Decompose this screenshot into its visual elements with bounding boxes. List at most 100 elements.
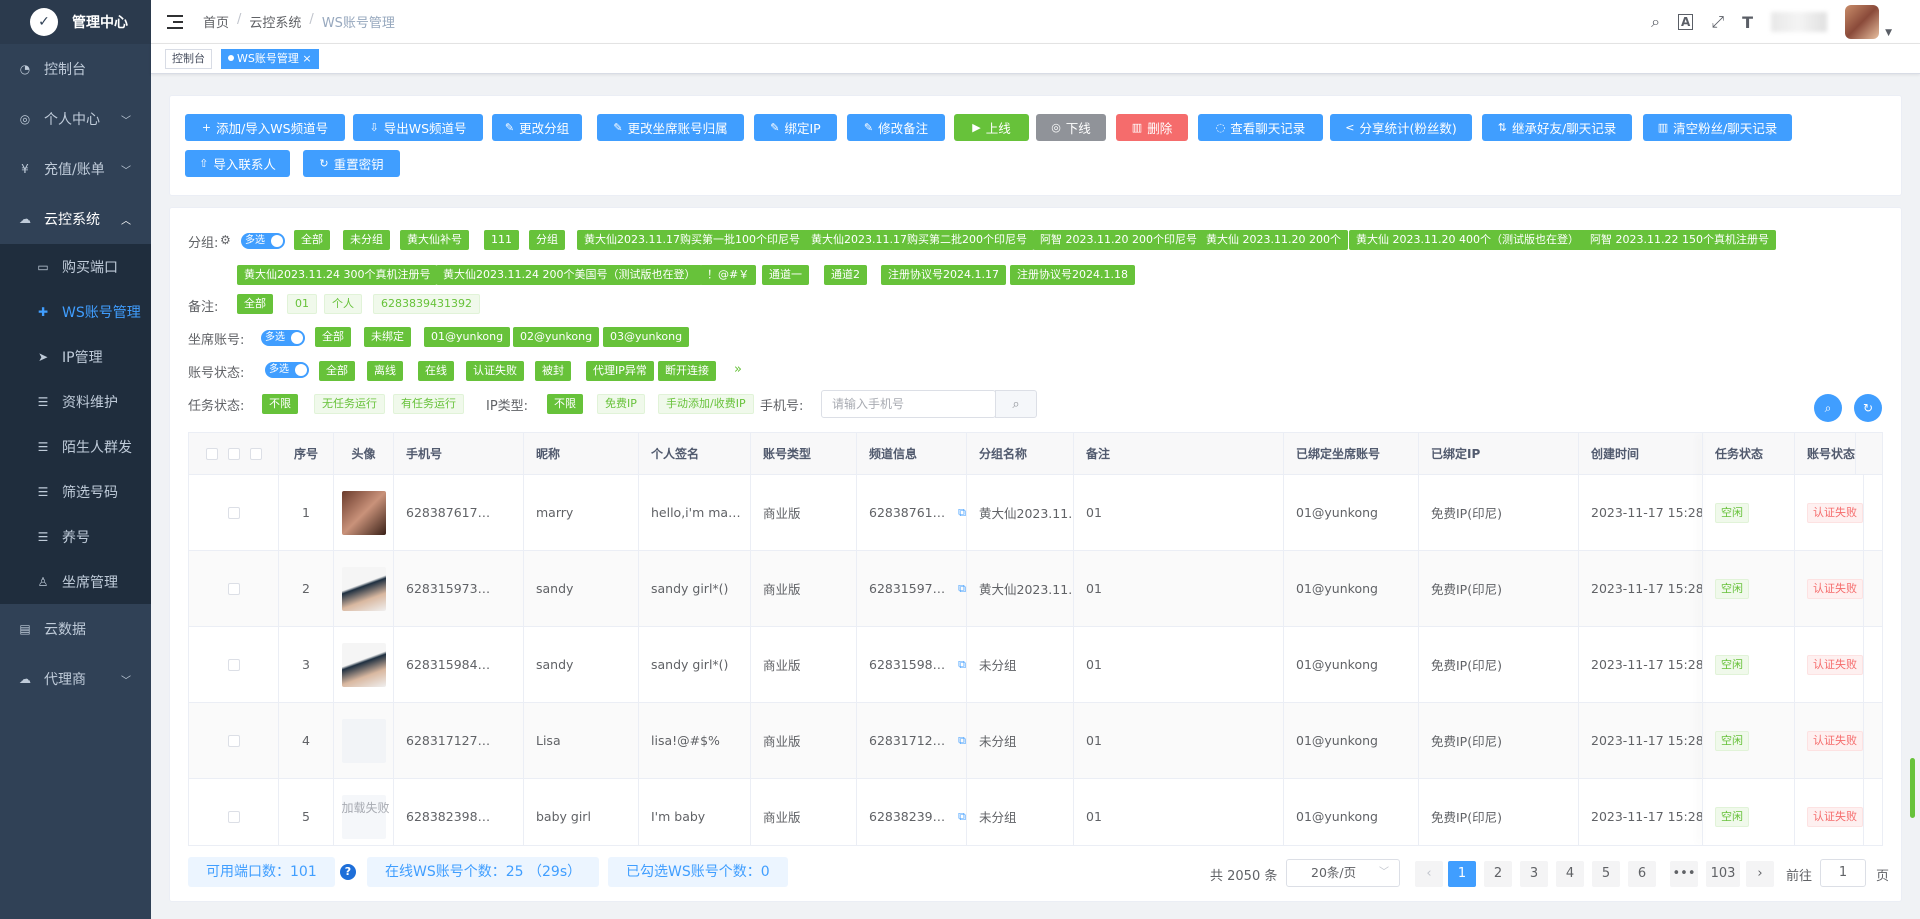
sidebar-subitem-profile[interactable]: ☰ 资料维护 <box>0 379 151 424</box>
page-button[interactable]: 3 <box>1520 861 1548 887</box>
filter-chip[interactable]: 无任务运行 <box>314 394 385 414</box>
filter-chip[interactable]: 黄大仙2023.11.17购买第二批200个印尼号 <box>804 230 1034 250</box>
filter-chip[interactable]: 111 <box>484 230 519 250</box>
filter-chip[interactable]: 被封 <box>535 361 571 381</box>
filter-chip[interactable]: 分组 <box>529 230 565 250</box>
help-icon[interactable]: ? <box>340 864 356 880</box>
filter-chip[interactable]: ！@#￥ <box>700 265 757 285</box>
action-button-10[interactable]: < 分享统计(粉丝数) <box>1330 114 1472 141</box>
sidebar-item-personal[interactable]: ◎ 个人中心 ﹀ <box>0 94 151 144</box>
table-row[interactable]: 4 6283171276044 Lisa lisa!@#$% 商业版 6283171276… <box>189 703 1882 779</box>
filter-chip[interactable]: 02@yunkong <box>513 327 600 347</box>
tag-ws-accounts[interactable]: WS账号管理 × <box>221 49 319 69</box>
filter-chip[interactable]: 全部 <box>319 361 355 381</box>
filter-chip[interactable]: 6283839431392 <box>373 294 480 314</box>
row-checkbox[interactable] <box>227 810 240 823</box>
double-chevron-right-icon[interactable]: » <box>734 362 742 377</box>
filter-chip[interactable]: 个人 <box>324 294 362 314</box>
filter-chip[interactable]: 代理IP异常 <box>586 361 654 381</box>
filter-chip[interactable]: 不限 <box>547 394 583 414</box>
sidebar-item-cloud-data[interactable]: ▤ 云数据 <box>0 604 151 654</box>
table-row[interactable]: 3 6283159845012 sandy sandy girl*() 商业版 62831… <box>189 627 1882 703</box>
gear-icon[interactable]: ⚙ <box>220 233 231 247</box>
sidebar-item-agent[interactable]: ☁ 代理商 ﹀ <box>0 654 151 704</box>
filter-chip[interactable]: 不限 <box>262 394 298 414</box>
filter-chip[interactable]: 黄大仙补号 <box>400 230 469 250</box>
action-button-6[interactable]: ▶ 上线 <box>954 114 1029 141</box>
select-page-checkbox[interactable] <box>227 447 240 460</box>
page-button[interactable]: 2 <box>1484 861 1512 887</box>
scrollbar[interactable] <box>1910 758 1915 818</box>
table-row[interactable]: 2 6283159737501 sandy sandy girl*() 商业版 62831… <box>189 551 1882 627</box>
hamburger-icon[interactable] <box>167 14 183 29</box>
row-checkbox[interactable] <box>227 582 240 595</box>
filter-chip[interactable]: 注册协议号2024.1.17 <box>881 265 1006 285</box>
table-row[interactable]: 5 加载失败 6283823982033 baby girl I'm baby 商业版 62… <box>189 779 1882 845</box>
filter-chip[interactable]: 通道2 <box>824 265 867 285</box>
sidebar-subitem-seat[interactable]: ♙ 坐席管理 <box>0 559 151 604</box>
sidebar-subitem-stranger[interactable]: ☰ 陌生人群发 <box>0 424 151 469</box>
filter-chip[interactable]: 认证失败 <box>466 361 524 381</box>
sidebar-subitem-nurture[interactable]: ☰ 养号 <box>0 514 151 559</box>
sidebar-item-recharge[interactable]: ¥ 充值/账单 ﹀ <box>0 144 151 194</box>
page-button[interactable]: 5 <box>1592 861 1620 887</box>
sidebar-subitem-ws-accounts[interactable]: ✚ WS账号管理 <box>0 289 151 334</box>
page-button[interactable]: 103 <box>1706 861 1740 887</box>
filter-chip[interactable]: 全部 <box>294 230 330 250</box>
copy-icon[interactable]: ⧉ <box>958 810 966 824</box>
table-row[interactable]: 1 6283876170823 marry hello,i'm marry 商业版 628… <box>189 475 1882 551</box>
action-button-13[interactable]: ⇧ 导入联系人 <box>185 150 290 177</box>
filter-chip[interactable]: 全部 <box>237 294 273 314</box>
filter-chip[interactable]: 未分组 <box>343 230 390 250</box>
prev-page-button[interactable]: ‹ <box>1415 861 1443 887</box>
filter-chip[interactable]: 有任务运行 <box>393 394 464 414</box>
filter-chip[interactable]: 注册协议号2024.1.18 <box>1010 265 1135 285</box>
page-button[interactable]: ••• <box>1670 861 1698 887</box>
refresh-circle-button[interactable]: ↻ <box>1854 394 1882 422</box>
breadcrumb-home[interactable]: 首页 <box>203 12 229 31</box>
copy-icon[interactable]: ⧉ <box>958 658 966 672</box>
page-size-select[interactable]: 20条/页 ﹀ <box>1286 859 1400 887</box>
filter-chip[interactable]: 01 <box>287 294 317 314</box>
action-button-4[interactable]: ✎ 绑定IP <box>754 114 837 141</box>
select-all-checkbox[interactable] <box>205 447 218 460</box>
action-button-1[interactable]: ⇩ 导出WS频道号 <box>353 114 483 141</box>
row-checkbox[interactable] <box>227 734 240 747</box>
action-button-3[interactable]: ✎ 更改坐席账号归属 <box>597 114 744 141</box>
filter-chip[interactable]: 手动添加/收费IP <box>658 394 754 414</box>
action-button-0[interactable]: + 添加/导入WS频道号 <box>185 114 345 141</box>
filter-chip[interactable]: 未绑定 <box>364 327 411 347</box>
filter-chip[interactable]: 03@yunkong <box>603 327 690 347</box>
sidebar-item-cloud-control[interactable]: ☁ 云控系统 ︿ <box>0 194 151 244</box>
multi-select-toggle-group[interactable]: 多选 <box>241 233 285 249</box>
filter-chip[interactable]: 通道一 <box>762 265 809 285</box>
next-page-button[interactable]: › <box>1746 861 1774 887</box>
filter-chip[interactable]: 在线 <box>418 361 454 381</box>
sidebar-subitem-ip[interactable]: ➤ IP管理 <box>0 334 151 379</box>
multi-select-toggle-seat[interactable]: 多选 <box>261 330 305 346</box>
filter-chip[interactable]: 黄大仙 2023.11.20 400个（测试版也在登） <box>1349 230 1586 250</box>
action-button-9[interactable]: ◌ 查看聊天记录 <box>1198 114 1323 141</box>
search-icon[interactable]: ⌕ <box>1651 12 1660 32</box>
action-button-11[interactable]: ⇅ 继承好友/聊天记录 <box>1482 114 1632 141</box>
copy-icon[interactable]: ⧉ <box>958 734 966 748</box>
translate-icon[interactable]: A <box>1678 14 1694 30</box>
filter-chip[interactable]: 离线 <box>367 361 403 381</box>
copy-icon[interactable]: ⧉ <box>958 506 966 520</box>
filter-chip[interactable]: 断开连接 <box>658 361 716 381</box>
row-checkbox[interactable] <box>227 658 240 671</box>
filter-chip[interactable]: 阿智 2023.11.20 200个印尼号 <box>1033 230 1204 250</box>
filter-chip[interactable]: 全部 <box>315 327 351 347</box>
action-button-12[interactable]: ▥ 清空粉丝/聊天记录 <box>1643 114 1792 141</box>
page-button[interactable]: 1 <box>1448 861 1476 887</box>
filter-chip[interactable]: 01@yunkong <box>424 327 511 347</box>
phone-search-input[interactable]: 请输入手机号 <box>821 390 996 418</box>
breadcrumb-cloud[interactable]: 云控系统 <box>249 12 301 31</box>
action-button-14[interactable]: ↻ 重置密钥 <box>303 150 400 177</box>
page-button[interactable]: 6 <box>1628 861 1656 887</box>
filter-chip[interactable]: 阿智 2023.11.22 150个真机注册号 <box>1583 230 1776 250</box>
copy-icon[interactable]: ⧉ <box>958 582 966 596</box>
filter-chip[interactable]: 黄大仙2023.11.17购买第一批100个印尼号 <box>577 230 807 250</box>
sidebar-item-dashboard[interactable]: ◔ 控制台 <box>0 44 151 94</box>
action-button-5[interactable]: ✎ 修改备注 <box>847 114 945 141</box>
